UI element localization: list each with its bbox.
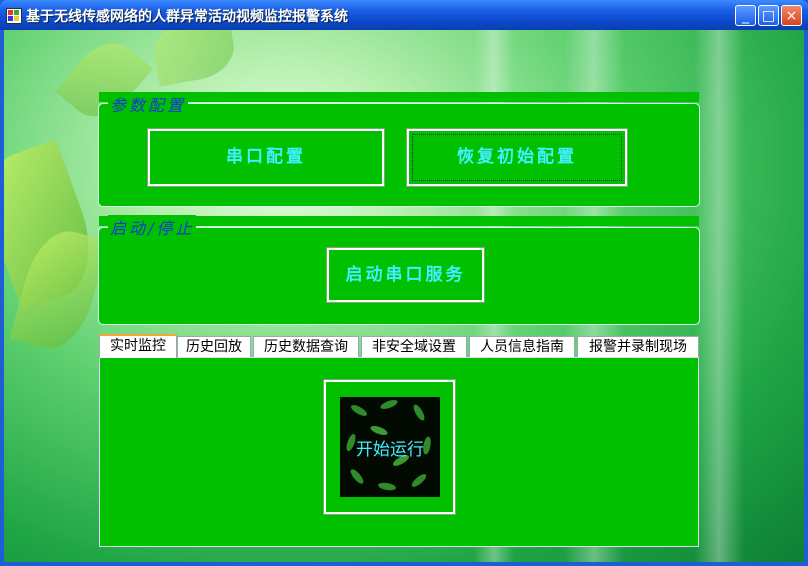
leaf-shape bbox=[411, 402, 427, 423]
minimize-button[interactable]: _ bbox=[735, 5, 756, 26]
leaf-shape bbox=[379, 398, 399, 411]
start-serial-service-button[interactable]: 启动串口服务 bbox=[326, 247, 485, 303]
window-title: 基于无线传感网络的人群异常活动视频监控报警系统 bbox=[26, 9, 348, 25]
title-bar[interactable]: 基于无线传感网络的人群异常活动视频监控报警系统 _ □ × bbox=[0, 0, 808, 30]
tab-history-data-query[interactable]: 历史数据查询 bbox=[253, 336, 359, 357]
maximize-button[interactable]: □ bbox=[758, 5, 779, 26]
tab-history-playback[interactable]: 历史回放 bbox=[177, 336, 251, 357]
start-run-button[interactable]: 开始运行 bbox=[323, 379, 456, 515]
restore-defaults-button[interactable]: 恢复初始配置 bbox=[406, 128, 628, 187]
tab-realtime-monitor[interactable]: 实时监控 bbox=[99, 334, 177, 358]
tab-unsafe-zone-settings[interactable]: 非安全域设置 bbox=[361, 336, 467, 357]
client-area: 参数配置 串口配置 恢复初始配置 启动/停止 启动串口服务 实时监控 历史回放 … bbox=[4, 30, 804, 562]
serial-config-button[interactable]: 串口配置 bbox=[147, 128, 385, 187]
leaf-decoration bbox=[149, 30, 239, 87]
light-stripe bbox=[694, 30, 744, 562]
config-group-title: 参数配置 bbox=[108, 92, 189, 116]
app-icon bbox=[6, 8, 22, 24]
group-header-strip bbox=[99, 92, 699, 102]
tab-person-info-guide[interactable]: 人员信息指南 bbox=[469, 336, 575, 357]
leaf-swirl-image: 开始运行 bbox=[340, 397, 440, 497]
close-button[interactable]: × bbox=[781, 5, 802, 26]
startstop-group-title: 启动/停止 bbox=[108, 215, 197, 239]
leaf-shape bbox=[349, 402, 369, 419]
tab-alarm-record[interactable]: 报警并录制现场 bbox=[577, 336, 699, 357]
start-run-label: 开始运行 bbox=[356, 440, 424, 460]
leaf-shape bbox=[377, 481, 397, 492]
leaf-shape bbox=[348, 467, 366, 486]
app-window: 基于无线传感网络的人群异常活动视频监控报警系统 _ □ × 参数配置 串口配置 … bbox=[0, 0, 808, 566]
leaf-shape bbox=[409, 472, 429, 489]
